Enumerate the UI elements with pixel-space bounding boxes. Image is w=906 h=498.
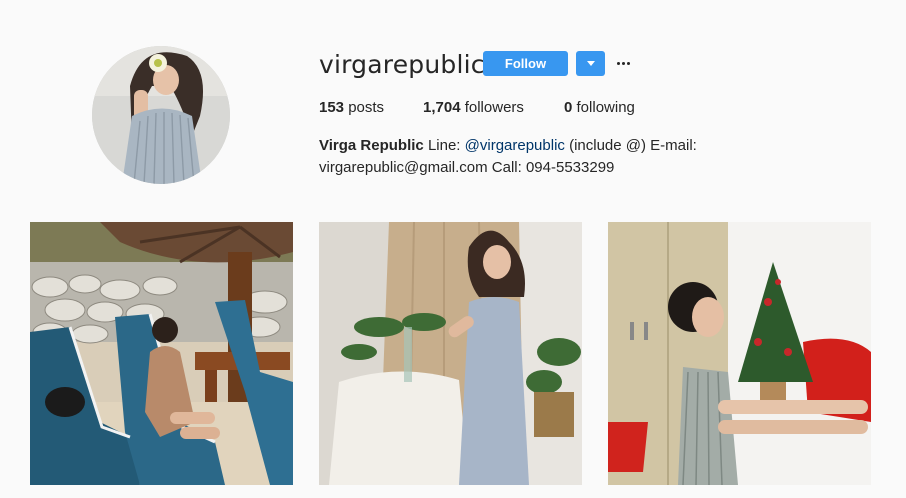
followers-label: followers xyxy=(464,99,524,116)
more-options-icon-dot xyxy=(627,62,630,65)
following-label: following xyxy=(576,99,635,116)
followers-stat[interactable]: 1,704 followers xyxy=(423,99,524,117)
profile-bio: Virga Republic Line: @virgarepublic (inc… xyxy=(319,135,739,179)
suggested-accounts-dropdown-button[interactable] xyxy=(576,51,605,76)
profile-avatar[interactable] xyxy=(92,46,230,184)
post-thumbnail[interactable] xyxy=(30,222,293,485)
posts-label: posts xyxy=(348,99,385,116)
post-image xyxy=(608,222,871,485)
chevron-down-icon xyxy=(587,61,595,66)
post-thumbnail[interactable] xyxy=(319,222,582,485)
more-options-icon xyxy=(617,62,620,65)
avatar-photo xyxy=(92,46,230,184)
posts-count: 153 xyxy=(319,99,345,116)
more-options-button[interactable] xyxy=(615,54,633,72)
more-options-icon-dot xyxy=(622,62,625,65)
bio-handle-link[interactable]: @virgarepublic xyxy=(465,137,565,154)
profile-username: virgarepublic xyxy=(319,50,485,79)
follow-button[interactable]: Follow xyxy=(483,51,568,76)
bio-line-prefix: Line: xyxy=(427,137,465,154)
posts-stat: 153 posts xyxy=(319,99,384,117)
following-stat[interactable]: 0 following xyxy=(564,99,635,117)
following-count: 0 xyxy=(564,99,573,116)
post-image xyxy=(30,222,293,485)
followers-count: 1,704 xyxy=(423,99,461,116)
profile-full-name: Virga Republic xyxy=(319,137,424,154)
post-thumbnail[interactable] xyxy=(608,222,871,485)
post-image xyxy=(319,222,582,485)
